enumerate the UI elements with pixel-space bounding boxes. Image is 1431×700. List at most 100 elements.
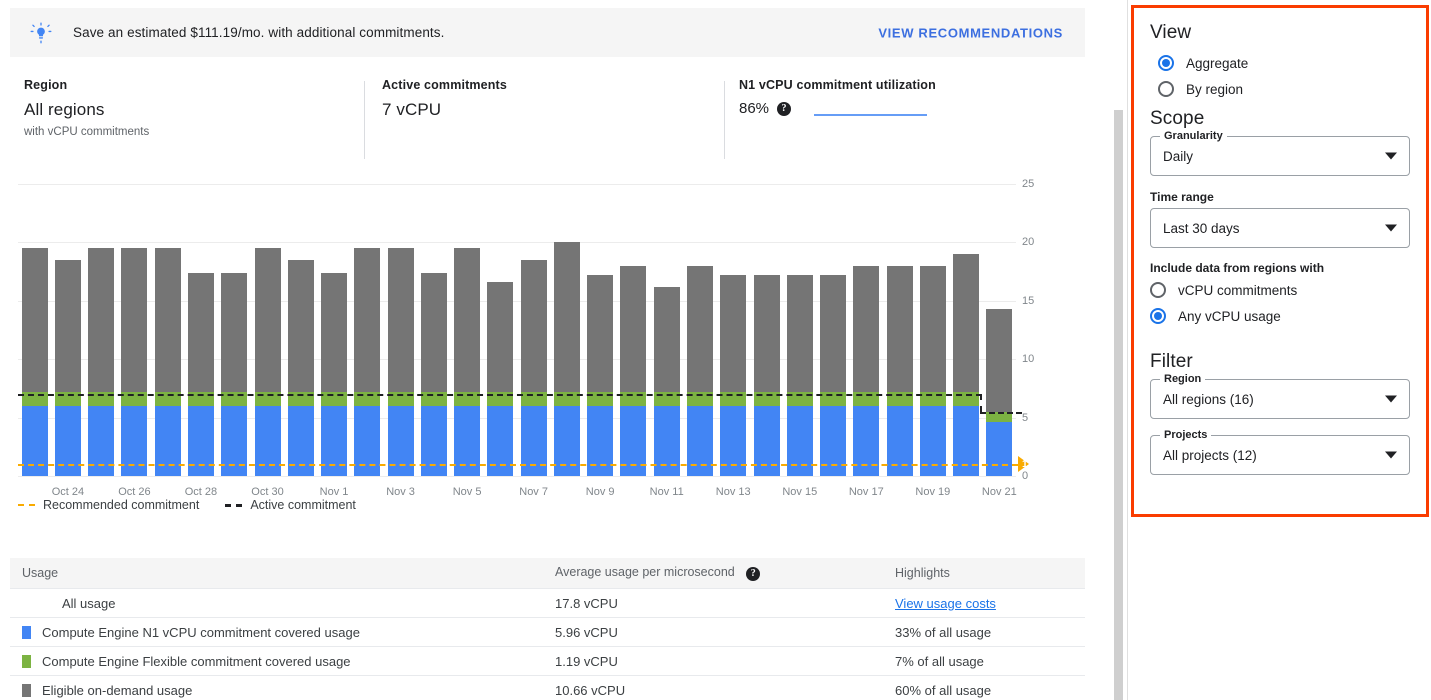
radio-aggregate-indicator[interactable] [1158,55,1174,71]
settings-panel: View Aggregate By region Scope Granulari… [1131,5,1429,517]
chart-bar[interactable] [354,248,380,476]
x-axis-tick: Nov 15 [782,486,817,498]
y-axis-tick: 10 [1022,353,1034,365]
granularity-select[interactable]: Granularity Daily [1150,136,1410,176]
chart-bar[interactable] [55,260,81,476]
chart-bar-segment [654,287,680,392]
x-axis-tick: Nov 5 [453,486,482,498]
main-scrollbar-thumb[interactable] [1114,110,1123,700]
x-axis-tick: Nov 9 [586,486,615,498]
chevron-down-icon[interactable] [1385,153,1397,160]
chart-bar[interactable] [654,287,680,476]
chart-bar[interactable] [421,273,447,476]
page-root: Save an estimated $111.19/mo. with addit… [0,0,1431,700]
chart-bar[interactable] [221,273,247,476]
column-header-highlights: Highlights [895,566,1083,580]
chart-bar[interactable] [521,260,547,476]
chart-bar[interactable] [88,248,114,476]
radio-by-region[interactable]: By region [1158,76,1410,102]
utilization-label: N1 vCPU commitment utilization [739,78,1085,92]
usage-label: Compute Engine Flexible commitment cover… [42,654,351,669]
cell-highlights: View usage costs [895,596,1083,611]
radio-vcpu-commitments[interactable]: vCPU commitments [1150,277,1410,303]
chart-bar-segment [986,422,1012,476]
region-filter-select[interactable]: Region All regions (16) [1150,379,1410,419]
legend-label: Recommended commitment [43,498,199,512]
chevron-down-icon[interactable] [1385,452,1397,459]
chart-bar-segment [288,260,314,392]
summary-strip: Region All regions with vCPU commitments… [0,78,1085,164]
region-filter-value: All regions (16) [1163,392,1254,407]
chart-gridline [18,184,1016,185]
summary-region: Region All regions with vCPU commitments [0,78,365,164]
x-axis-tick: Nov 17 [849,486,884,498]
chart-bar[interactable] [953,254,979,476]
radio-by-region-indicator[interactable] [1158,81,1174,97]
view-section-title: View [1150,22,1410,44]
chart-bar-segment [853,266,879,392]
summary-active-commitments: Active commitments 7 vCPU [365,78,725,164]
legend-item: Recommended commitment [18,498,199,512]
chart-gridline [18,242,1016,243]
chart-bar-segment [221,273,247,392]
legend-item: Active commitment [225,498,356,512]
x-axis-tick: Nov 13 [716,486,751,498]
chart-bar[interactable] [754,275,780,476]
chart-bar-segment [720,275,746,392]
chart-bar-segment [188,273,214,392]
chart-bar[interactable] [288,260,314,476]
chevron-down-icon[interactable] [1385,225,1397,232]
chart-bar[interactable] [687,266,713,476]
recommendation-banner: Save an estimated $111.19/mo. with addit… [10,8,1085,57]
region-subtext: with vCPU commitments [24,126,365,138]
chart-bar[interactable] [587,275,613,476]
x-axis-tick: Oct 24 [52,486,84,498]
chart-bar[interactable] [920,266,946,476]
chart-bar[interactable] [22,248,48,476]
radio-any-vcpu-usage-label: Any vCPU usage [1178,309,1281,324]
chart-bar[interactable] [321,273,347,476]
radio-vcpu-commitments-indicator[interactable] [1150,282,1166,298]
chart-bar[interactable] [155,248,181,476]
time-range-select[interactable]: Last 30 days [1150,208,1410,248]
chart-bar[interactable] [188,273,214,476]
y-axis-tick: 5 [1022,412,1028,424]
chart-bar[interactable] [554,242,580,476]
chart-bar[interactable] [853,266,879,476]
radio-aggregate[interactable]: Aggregate [1158,50,1410,76]
x-axis-tick: Nov 1 [320,486,349,498]
chart-bar[interactable] [255,248,281,476]
chart-legend: Recommended commitment Active commitment [18,498,356,512]
chart-bar[interactable] [787,275,813,476]
view-usage-costs-link[interactable]: View usage costs [895,596,996,611]
chart-bar[interactable] [720,275,746,476]
table-row: All usage17.8 vCPUView usage costs [10,588,1085,617]
chart-bar[interactable] [388,248,414,476]
chart-bar[interactable] [986,309,1012,476]
x-axis-tick: Nov 19 [915,486,950,498]
series-color-swatch [22,597,31,610]
cell-highlights: 7% of all usage [895,654,1083,669]
cell-usage: Compute Engine N1 vCPU commitment covere… [10,625,555,640]
chart-bar-segment [620,266,646,392]
chart-bar[interactable] [887,266,913,476]
chart-bar[interactable] [454,248,480,476]
chevron-down-icon[interactable] [1385,396,1397,403]
granularity-value: Daily [1163,149,1193,164]
projects-filter-select[interactable]: Projects All projects (12) [1150,435,1410,475]
panel-divider [1127,0,1128,700]
column-header-average: Average usage per microsecond ? [555,565,895,581]
average-help-icon[interactable]: ? [746,567,760,581]
radio-any-vcpu-usage[interactable]: Any vCPU usage [1150,303,1410,329]
series-color-swatch [22,684,31,697]
radio-any-vcpu-usage-indicator[interactable] [1150,308,1166,324]
view-recommendations-button[interactable]: VIEW RECOMMENDATIONS [872,21,1069,44]
table-body: All usage17.8 vCPUView usage costs Comput… [10,588,1085,700]
lightbulb-icon [30,22,52,44]
help-icon[interactable]: ? [777,102,791,116]
chart-bar-segment [920,266,946,392]
chart-bar[interactable] [620,266,646,476]
chart-bar[interactable] [820,275,846,476]
chart-bar[interactable] [487,282,513,476]
chart-bar[interactable] [121,248,147,476]
